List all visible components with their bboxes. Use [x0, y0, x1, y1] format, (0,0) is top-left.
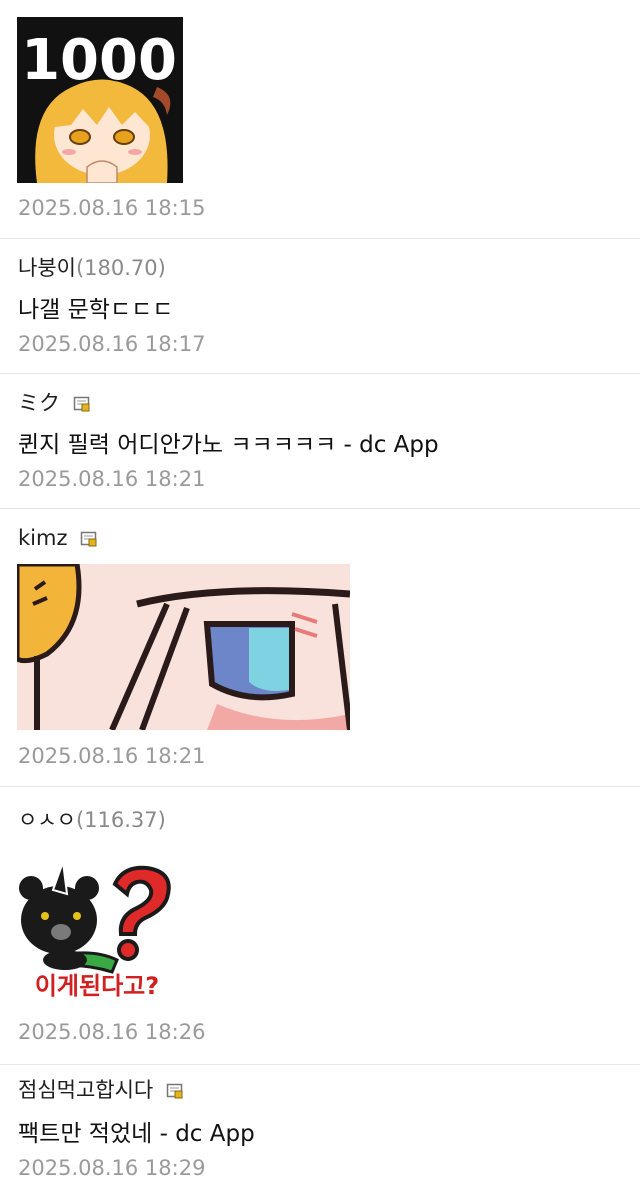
comment-nickname[interactable]: ミク	[18, 387, 91, 417]
dccon-eye-closeup-image[interactable]	[17, 564, 350, 730]
comment-date: 2025.08.16 18:17	[18, 332, 206, 356]
comment-item: kimz 2025.08.16 18:21	[0, 508, 640, 787]
nickname-text: ㅇㅅㅇ	[18, 808, 76, 832]
nickname-text: kimz	[18, 526, 68, 550]
fixed-nick-icon	[80, 531, 97, 547]
comment-item: 1000 2025.08.16 18:15	[0, 0, 640, 239]
comment-date: 2025.08.16 18:26	[18, 1020, 206, 1044]
dccon-question-bear-sticker[interactable]: 이게된다고?	[17, 860, 187, 1000]
dccon-1000-sticker[interactable]: 1000	[17, 17, 183, 183]
comment-item: ミク 퀸지 필력 어디안가노 ㅋㅋㅋㅋㅋ - dc App 2025.08.16…	[0, 373, 640, 509]
comment-text: 팩트만 적었네 - dc App	[18, 1121, 255, 1147]
comment-item: 점심먹고합시다 팩트만 적었네 - dc App 2025.08.16 18:2…	[0, 1064, 640, 1198]
fixed-nick-icon	[73, 396, 90, 412]
comment-date: 2025.08.16 18:15	[18, 196, 206, 220]
comment-date: 2025.08.16 18:29	[18, 1156, 206, 1180]
nickname-text: 나붕이	[18, 256, 76, 280]
comment-text: 나갤 문학ㄷㄷㄷ	[18, 297, 174, 323]
nickname-text: ミク	[18, 391, 60, 415]
ip-address: (116.37)	[75, 808, 166, 832]
comment-nickname[interactable]: 나붕이(180.70)	[18, 252, 166, 282]
comment-nickname[interactable]: 점심먹고합시다	[18, 1074, 184, 1104]
svg-text:1000: 1000	[21, 28, 177, 93]
comment-item: ㅇㅅㅇ(116.37) 이게된다고? 2025.08.16 18:26	[0, 786, 640, 1065]
fixed-nick-icon	[166, 1083, 183, 1099]
comment-date: 2025.08.16 18:21	[18, 467, 206, 491]
comment-text: 퀸지 필력 어디안가노 ㅋㅋㅋㅋㅋ - dc App	[18, 432, 439, 458]
comment-nickname[interactable]: ㅇㅅㅇ(116.37)	[18, 804, 166, 834]
ip-address: (180.70)	[75, 256, 166, 280]
comment-item: 나붕이(180.70) 나갤 문학ㄷㄷㄷ 2025.08.16 18:17	[0, 238, 640, 374]
comment-nickname[interactable]: kimz	[18, 526, 98, 550]
nickname-text: 점심먹고합시다	[18, 1078, 154, 1102]
comment-date: 2025.08.16 18:21	[18, 744, 206, 768]
svg-text:이게된다고?: 이게된다고?	[35, 972, 159, 1000]
